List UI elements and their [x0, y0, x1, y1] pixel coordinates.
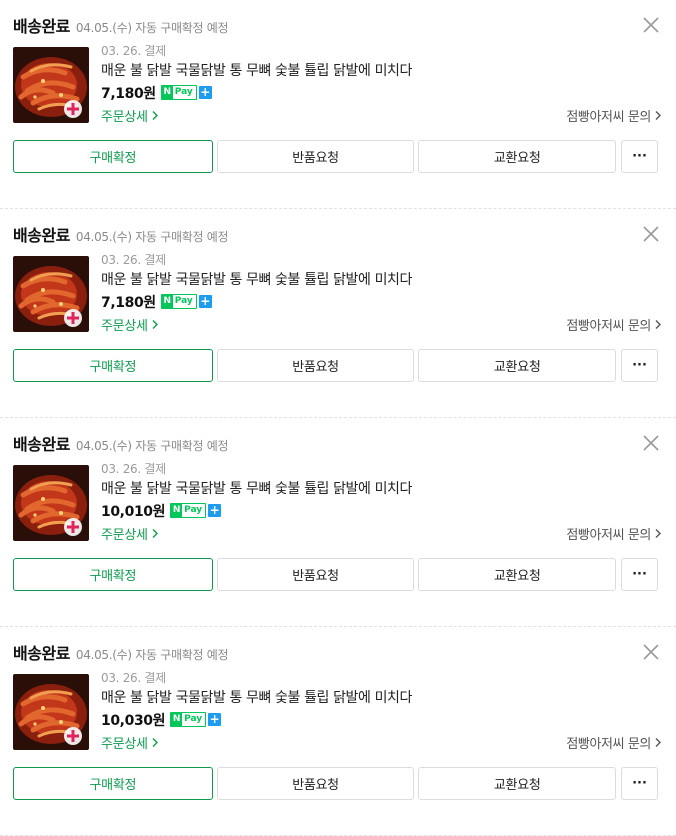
- npay-badge: N Pay: [170, 503, 207, 518]
- seller-inquiry-label: 점빵아저씨 문의: [566, 318, 651, 334]
- chevron-right-icon: [152, 737, 158, 747]
- chevron-right-icon: [152, 319, 158, 329]
- purchase-confirm-button[interactable]: 구매확정: [13, 140, 213, 173]
- npay-badge: N Pay: [160, 294, 197, 309]
- product-price: 7,180원: [101, 294, 156, 311]
- auto-confirm-date: 04.05.(수) 자동 구매확정 예정: [75, 439, 229, 453]
- status-row: 배송완료 04.05.(수) 자동 구매확정 예정: [13, 13, 229, 36]
- return-request-button[interactable]: 반품요청: [216, 140, 415, 173]
- seller-inquiry-link[interactable]: 점빵아저씨 문의: [566, 733, 662, 752]
- npay-plus-icon: +: [208, 503, 222, 517]
- npay-badge: N Pay: [160, 85, 197, 100]
- npay-badge: N Pay: [170, 712, 207, 727]
- chevron-right-icon: [655, 319, 661, 329]
- status-row: 배송완료 04.05.(수) 자동 구매확정 예정: [13, 640, 229, 663]
- order-card: 배송완료 04.05.(수) 자동 구매확정 예정 03. 26. 결제 매운 …: [0, 0, 676, 209]
- more-options-button[interactable]: ···: [621, 349, 658, 382]
- status-row: 배송완료 04.05.(수) 자동 구매확정 예정: [13, 431, 229, 454]
- return-request-button[interactable]: 반품요청: [216, 767, 415, 800]
- npay-plus-icon: +: [198, 294, 212, 308]
- payment-date: 03. 26. 결제: [101, 253, 166, 267]
- npay-n-mark: N: [161, 295, 173, 308]
- order-detail-label: 주문상세: [101, 318, 148, 334]
- order-detail-link[interactable]: 주문상세: [101, 733, 159, 752]
- exchange-request-button[interactable]: 교환요청: [418, 558, 617, 591]
- product-title[interactable]: 매운 불 닭발 국물닭발 통 무뼈 숯불 튤립 닭발에 미치다: [101, 269, 662, 291]
- order-card: 배송완료 04.05.(수) 자동 구매확정 예정 03. 26. 결제 매운 …: [0, 209, 676, 418]
- product-title[interactable]: 매운 불 닭발 국물닭발 통 무뼈 숯불 튤립 닭발에 미치다: [101, 478, 662, 500]
- npay-text: Pay: [184, 714, 203, 724]
- payment-date: 03. 26. 결제: [101, 462, 166, 476]
- payment-date: 03. 26. 결제: [101, 671, 166, 685]
- close-icon[interactable]: [642, 225, 660, 243]
- product-price: 10,010원: [101, 503, 166, 520]
- order-detail-label: 주문상세: [101, 527, 148, 543]
- seller-inquiry-link[interactable]: 점빵아저씨 문의: [566, 524, 662, 543]
- npay-n-mark: N: [171, 504, 183, 517]
- product-thumbnail[interactable]: [13, 465, 89, 541]
- chevron-right-icon: [655, 737, 661, 747]
- order-detail-link[interactable]: 주문상세: [101, 315, 159, 334]
- chevron-right-icon: [152, 528, 158, 538]
- return-request-button[interactable]: 반품요청: [216, 558, 415, 591]
- auto-confirm-date: 04.05.(수) 자동 구매확정 예정: [75, 21, 229, 35]
- seller-inquiry-link[interactable]: 점빵아저씨 문의: [566, 106, 662, 125]
- npay-plus-icon: +: [208, 712, 222, 726]
- purchase-confirm-button[interactable]: 구매확정: [13, 349, 213, 382]
- close-icon[interactable]: [642, 16, 660, 34]
- auto-confirm-date: 04.05.(수) 자동 구매확정 예정: [75, 648, 229, 662]
- npay-n-mark: N: [171, 713, 183, 726]
- seller-inquiry-label: 점빵아저씨 문의: [566, 109, 651, 125]
- purchase-confirm-button[interactable]: 구매확정: [13, 767, 213, 800]
- product-title[interactable]: 매운 불 닭발 국물닭발 통 무뼈 숯불 튤립 닭발에 미치다: [101, 60, 662, 82]
- delivery-status: 배송완료: [13, 435, 70, 454]
- order-detail-link[interactable]: 주문상세: [101, 524, 159, 543]
- npay-text: Pay: [184, 505, 203, 515]
- npay-text: Pay: [174, 296, 193, 306]
- seller-inquiry-link[interactable]: 점빵아저씨 문의: [566, 315, 662, 334]
- npay-n-mark: N: [161, 86, 173, 99]
- purchase-confirm-button[interactable]: 구매확정: [13, 558, 213, 591]
- seller-inquiry-label: 점빵아저씨 문의: [566, 527, 651, 543]
- close-icon[interactable]: [642, 434, 660, 452]
- status-row: 배송완료 04.05.(수) 자동 구매확정 예정: [13, 222, 229, 245]
- more-options-button[interactable]: ···: [621, 140, 658, 173]
- auto-confirm-date: 04.05.(수) 자동 구매확정 예정: [75, 230, 229, 244]
- product-price: 10,030원: [101, 712, 166, 729]
- product-price: 7,180원: [101, 85, 156, 102]
- exchange-request-button[interactable]: 교환요청: [418, 140, 617, 173]
- product-thumbnail[interactable]: [13, 256, 89, 332]
- more-options-button[interactable]: ···: [621, 558, 658, 591]
- delivery-status: 배송완료: [13, 644, 70, 663]
- payment-date: 03. 26. 결제: [101, 44, 166, 58]
- more-options-button[interactable]: ···: [621, 767, 658, 800]
- chevron-right-icon: [655, 528, 661, 538]
- npay-text: Pay: [174, 87, 193, 97]
- exchange-request-button[interactable]: 교환요청: [418, 767, 617, 800]
- close-icon[interactable]: [642, 643, 660, 661]
- delivery-status: 배송완료: [13, 226, 70, 245]
- product-thumbnail[interactable]: [13, 47, 89, 123]
- chevron-right-icon: [655, 110, 661, 120]
- order-card: 배송완료 04.05.(수) 자동 구매확정 예정 03. 26. 결제 매운 …: [0, 627, 676, 836]
- order-detail-label: 주문상세: [101, 109, 148, 125]
- delivery-status: 배송완료: [13, 17, 70, 36]
- order-detail-link[interactable]: 주문상세: [101, 106, 159, 125]
- product-title[interactable]: 매운 불 닭발 국물닭발 통 무뼈 숯불 튤립 닭발에 미치다: [101, 687, 662, 709]
- product-thumbnail[interactable]: [13, 674, 89, 750]
- seller-inquiry-label: 점빵아저씨 문의: [566, 736, 651, 752]
- return-request-button[interactable]: 반품요청: [216, 349, 415, 382]
- order-detail-label: 주문상세: [101, 736, 148, 752]
- npay-plus-icon: +: [198, 85, 212, 99]
- order-card: 배송완료 04.05.(수) 자동 구매확정 예정 03. 26. 결제 매운 …: [0, 418, 676, 627]
- exchange-request-button[interactable]: 교환요청: [418, 349, 617, 382]
- chevron-right-icon: [152, 110, 158, 120]
